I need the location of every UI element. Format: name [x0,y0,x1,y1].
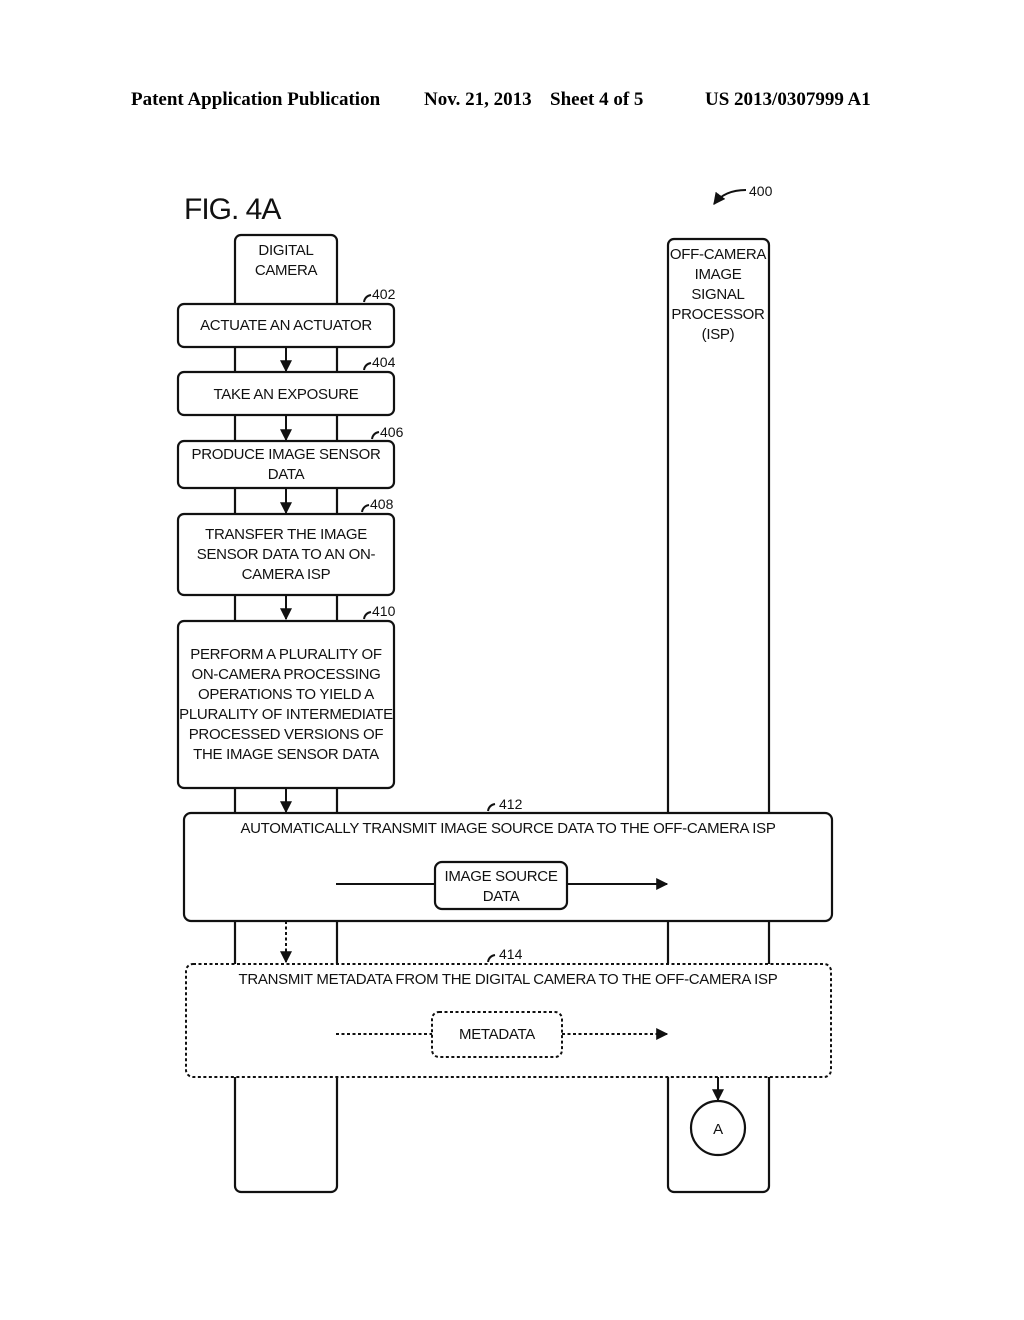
transfer-title: AUTOMATICALLY TRANSMIT IMAGE SOURCE DATA… [240,820,775,837]
transfer-ref: 414 [499,946,523,962]
step-text: SENSOR DATA TO AN ON- [197,546,376,563]
lane-label-line: PROCESSOR [671,306,765,323]
step-ref: 402 [372,286,396,302]
transfer-412: AUTOMATICALLY TRANSMIT IMAGE SOURCE DATA… [182,796,834,923]
transfer-414: TRANSMIT METADATA FROM THE DIGITAL CAMER… [185,946,832,1078]
step-text: ON-CAMERA PROCESSING [191,666,380,683]
lane-label-line: IMAGE [695,266,742,283]
payload-text: DATA [483,888,520,905]
step-ref: 408 [370,496,394,512]
step-410: PERFORM A PLURALITY OF ON-CAMERA PROCESS… [176,603,396,790]
figure-title: FIG. 4A [184,193,281,226]
lane-label-line: OFF-CAMERA [670,246,766,263]
step-text: ACTUATE AN ACTUATOR [200,317,372,334]
step-text: PRODUCE IMAGE SENSOR [191,446,380,463]
step-text: TAKE AN EXPOSURE [214,386,359,403]
step-text: THE IMAGE SENSOR DATA [193,746,379,763]
connector-a: A [689,1099,747,1157]
step-ref: 404 [372,354,396,370]
lane-label-line: (ISP) [702,326,735,343]
step-ref: 410 [372,603,396,619]
step-text: CAMERA ISP [242,566,331,583]
payload-text: METADATA [459,1026,535,1043]
lane-label-line: CAMERA [255,262,318,279]
figure-ref-arrow [713,189,747,205]
lane-label-line: DIGITAL [258,242,313,259]
step-text: PERFORM A PLURALITY OF [190,646,382,663]
step-text: DATA [268,466,305,483]
connector-label: A [713,1121,723,1138]
step-text: PLURALITY OF INTERMEDIATE [179,706,393,723]
lane-label-line: SIGNAL [691,286,744,303]
step-text: OPERATIONS TO YIELD A [198,686,374,703]
step-text: TRANSFER THE IMAGE [205,526,367,543]
payload-text: IMAGE SOURCE [444,868,557,885]
step-ref: 406 [380,424,404,440]
transfer-title: TRANSMIT METADATA FROM THE DIGITAL CAMER… [239,971,778,988]
step-text: PROCESSED VERSIONS OF [189,726,384,743]
figure-ref: 400 [749,183,773,199]
figure-4a-diagram: FIG. 4A 400 DIGITAL CAMERA OFF-CAMERA IM… [176,183,834,1194]
transfer-ref: 412 [499,796,523,812]
